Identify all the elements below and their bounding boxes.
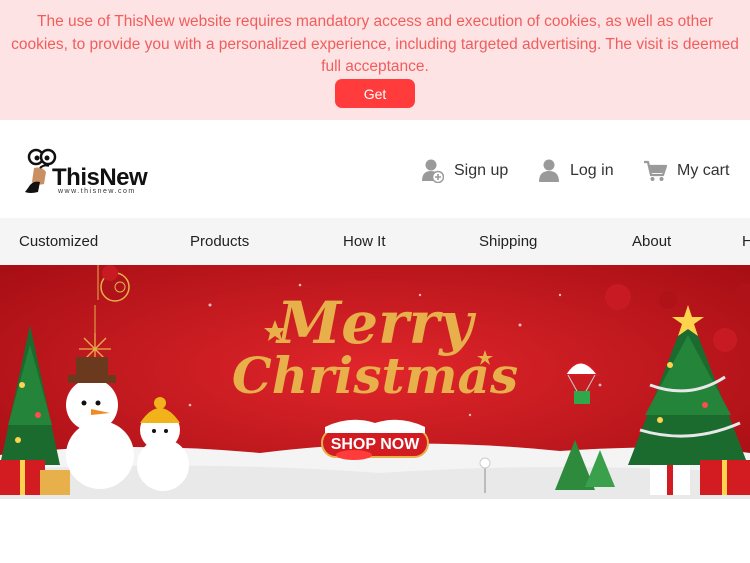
nav-item-shipping[interactable]: Shipping [479,233,537,250]
cart-label: My cart [677,162,730,179]
cookie-banner: The use of ThisNew website requires mand… [0,0,750,120]
signup-label: Sign up [454,162,509,179]
shop-now-button[interactable] [319,425,431,459]
logo-url-text: www.thisnew.com [58,188,136,195]
cart-icon [644,160,667,181]
nav-item-products[interactable]: Products [190,233,249,250]
main-nav: Customized Products How It Shipping Abou… [0,218,750,265]
login-link[interactable]: Log in [538,158,614,184]
cart-link[interactable]: My cart [643,158,729,184]
site-header: ThisNew www.thisnew.com Sign up Log in M… [0,120,750,218]
christmas-banner-image: Merry Christmas SHOP NOW [0,265,750,499]
nav-item-customized[interactable]: Customized [19,233,98,250]
hero-headline-line2: Christmas [232,346,518,405]
hero-banner[interactable]: Merry Christmas SHOP NOW [0,265,750,499]
add-user-icon [422,159,444,183]
cookie-message: The use of ThisNew website requires mand… [11,13,739,75]
nav-item-how-it[interactable]: How It [343,233,386,250]
accept-cookies-button[interactable]: Get [335,79,415,108]
nav-item-overflow[interactable]: H [742,233,750,250]
site-logo[interactable]: ThisNew www.thisnew.com [22,144,156,196]
login-label: Log in [570,162,614,179]
nav-item-about[interactable]: About [632,233,671,250]
signup-link[interactable]: Sign up [422,158,508,184]
user-icon [539,159,559,182]
